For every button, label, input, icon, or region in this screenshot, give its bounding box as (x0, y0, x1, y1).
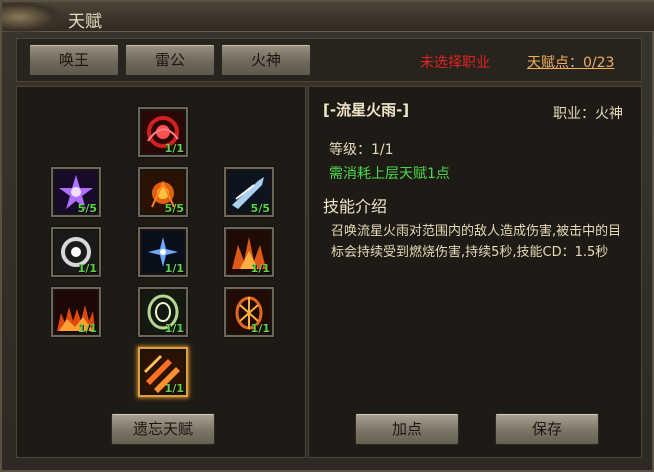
skill-requirement: 需消耗上层天赋1点 (329, 166, 450, 182)
talent-level: 1/1 (250, 322, 270, 335)
skill-class: 职业：火神 (553, 106, 623, 122)
save-button[interactable]: 保存 (495, 413, 599, 445)
talent-slot-fire-totem[interactable]: 1/1 (224, 287, 274, 337)
talent-points-counter: 天赋点：0/23 (527, 55, 615, 71)
dragon-ornament-icon (2, 2, 60, 32)
talent-tree-panel: 1/1 5/5 5/5 5/5 1/1 1/1 1/1 1/1 1/1 1/1 … (16, 86, 306, 458)
skill-name: [-流星火雨-] (323, 101, 410, 119)
skill-description: 召唤流星火雨对范围内的敌人造成伤害,被击中的目标会持续受到燃烧伤害,持续5秒,技… (331, 224, 622, 260)
tab-leigong[interactable]: 雷公 (125, 44, 215, 76)
talent-slot-white-vortex[interactable]: 1/1 (51, 227, 101, 277)
talent-slot-blue-spark[interactable]: 1/1 (138, 227, 188, 277)
talent-slot-fire-burst[interactable]: 5/5 (138, 167, 188, 217)
talent-slot-purple-star[interactable]: 5/5 (51, 167, 101, 217)
talent-slot-meteor-shower[interactable]: 1/1 (138, 347, 188, 397)
skill-detail-panel: [-流星火雨-] 职业：火神 等级：1/1 需消耗上层天赋1点 技能介绍 召唤流… (308, 86, 642, 458)
talent-level: 1/1 (164, 322, 184, 335)
skill-intro-heading: 技能介绍 (323, 197, 388, 216)
talent-slot-flame-spikes[interactable]: 1/1 (224, 227, 274, 277)
tab-huanwang[interactable]: 唤王 (29, 44, 119, 76)
talent-slot-fire-wall[interactable]: 1/1 (51, 287, 101, 337)
talent-slot-ice-comet[interactable]: 5/5 (224, 167, 274, 217)
talent-slot-red-vortex[interactable]: 1/1 (138, 107, 188, 157)
talent-level: 5/5 (77, 202, 97, 215)
class-tab-bar: 唤王 雷公 火神 未选择职业 天赋点：0/23 (16, 38, 642, 82)
talent-slot-green-ring[interactable]: 1/1 (138, 287, 188, 337)
forget-talents-button[interactable]: 遗忘天赋 (111, 413, 215, 445)
title-bar[interactable]: 天赋 (2, 2, 654, 32)
talent-window: 天赋 唤王 雷公 火神 未选择职业 天赋点：0/23 1/1 5/5 5/5 5… (0, 0, 654, 472)
talent-level: 1/1 (250, 262, 270, 275)
window-title: 天赋 (68, 12, 102, 32)
add-point-button[interactable]: 加点 (355, 413, 459, 445)
talent-level: 1/1 (164, 382, 184, 395)
tab-huoshen[interactable]: 火神 (221, 44, 311, 76)
talent-level: 1/1 (164, 262, 184, 275)
talent-level: 5/5 (250, 202, 270, 215)
skill-level: 等级：1/1 (329, 142, 394, 158)
talent-level: 5/5 (164, 202, 184, 215)
talent-level: 1/1 (164, 142, 184, 155)
talent-level: 1/1 (77, 262, 97, 275)
class-status-text: 未选择职业 (420, 55, 490, 71)
talent-level: 1/1 (77, 322, 97, 335)
